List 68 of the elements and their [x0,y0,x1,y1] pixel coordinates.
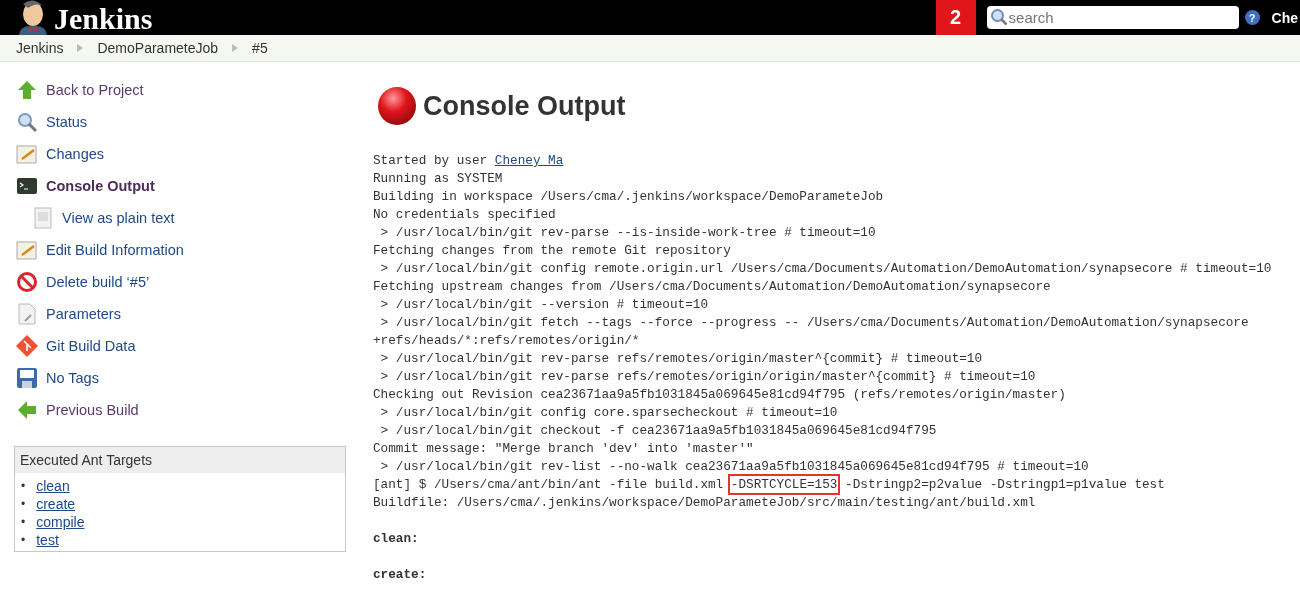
document-icon [32,207,54,229]
breadcrumb-link[interactable]: Jenkins [16,40,64,56]
console-line: > /usr/local/bin/git rev-parse refs/remotes/origin/master^{commit} # timeout=10 [379,350,984,368]
user-name[interactable]: Che [1271,9,1298,26]
console-line: +refs/heads/*:refs/remotes/origin/* [373,332,641,350]
jenkins-logo-text[interactable]: Jenkins [54,3,153,35]
separator-icon [77,44,84,52]
left-arrow-icon [16,399,38,421]
console-line: Running as SYSTEM [373,170,504,188]
git-icon [16,335,38,357]
panel-title: Executed Ant Targets [15,447,345,473]
search-icon [16,111,38,133]
user-link[interactable]: Cheney Ma [494,153,564,168]
console-line: > /usr/local/bin/git checkout -f cea23671aa9a5fb1031845a069645e81cd94f795 [379,422,938,440]
target-link[interactable]: clean [36,477,70,495]
sidebar-item[interactable]: Delete build ‘#5’ [14,266,345,298]
sidebar-item[interactable]: Changes [14,138,345,170]
sidebar-item[interactable]: Git Build Data [14,330,345,362]
sidebar-item[interactable]: View as plain text [14,202,345,234]
console-line: Started by user Cheney Ma [373,152,565,170]
console-line: Fetching changes from the remote Git repository [373,242,732,260]
sidebar-item[interactable]: Previous Build [14,394,345,426]
bullet: • [21,532,26,549]
console-line: Building in workspace /Users/cma/.jenkins/workspace/DemoParameteJob [373,188,885,206]
console-line: clean: [373,530,420,548]
target-link[interactable]: compile [36,513,85,531]
butler-mascot-icon [16,0,50,35]
highlight-box: -DSRTCYCLE=153 [730,477,838,492]
separator-icon [232,44,239,52]
search-field[interactable]: search [986,6,1239,29]
console-line: Commit message: "Merge branch 'dev' into 'master'" [373,440,755,458]
status-ball-icon [377,86,417,126]
console-line: > /usr/local/bin/git rev-parse refs/remotes/origin/origin/master^{commit} # timeout=10 [379,368,1037,386]
console-line: Buildfile: /Users/cma/.jenkins/workspace/DemoParameteJob/src/main/testing/ant/build.xml [373,494,1037,512]
bullet: • [21,514,26,531]
console-line: > /usr/local/bin/git config remote.origin.url /Users/cma/Documents/Automation/DemoAutomation/synapsecore # timeout=10 [379,260,1273,278]
console-line: > /usr/local/bin/git config core.sparsecheckout # timeout=10 [379,404,839,422]
search-icon [989,8,1008,26]
sidebar-item[interactable]: Status [14,106,345,138]
console-line: No credentials specified [373,206,557,224]
breadcrumb-link[interactable]: #5 [252,40,268,56]
no-entry-icon [16,271,38,293]
breadcrumb-link[interactable]: DemoParameteJob [97,40,219,56]
target-link[interactable]: test [36,531,59,549]
console-line: > /usr/local/bin/git rev-parse --is-inside-work-tree # timeout=10 [379,224,877,242]
console-line: Checking out Revision cea23671aa9a5fb1031845a069645e81cd94f795 (refs/remotes/origin/master) [373,386,1067,404]
console-line: > /usr/local/bin/git fetch --tags --force --progress -- /Users/cma/Documents/Automation/DemoAutomation/synapsecore [379,314,1250,332]
notepad-icon [16,239,38,261]
help-button[interactable]: ? [1244,10,1260,25]
sidebar-item[interactable]: Edit Build Information [14,234,345,266]
document-wrench-icon [16,303,38,325]
target-link[interactable]: create [36,495,76,513]
sidebar-item[interactable]: Parameters [14,298,345,330]
sidebar-item[interactable]: No Tags [14,362,345,394]
notepad-icon [16,143,38,165]
bullet: • [21,478,26,495]
sidebar-item[interactable]: Console Output [14,170,345,202]
console-line: [ant] $ /Users/cma/ant/bin/ant -file build.xml -DSRTCYCLE=153 -Dstringp2=p2value -Dstringp1=p1value test [373,476,1300,494]
notification-badge[interactable]: 2 [935,0,976,35]
console-line: Fetching upstream changes from /Users/cma/Documents/Automation/DemoAutomation/synapsecore [373,278,1052,296]
console-line: > /usr/local/bin/git --version # timeout=10 [379,296,709,314]
console-line: create: [373,566,428,584]
console-line: > /usr/local/bin/git rev-list --no-walk cea23671aa9a5fb1031845a069645e81cd94f795 # timeout=10 [379,458,1090,476]
terminal-icon [16,175,38,197]
bullet: • [21,496,26,513]
page-title: Console Output [423,90,626,122]
sidebar-item[interactable]: Back to Project [14,74,345,106]
up-arrow-icon [16,79,38,101]
